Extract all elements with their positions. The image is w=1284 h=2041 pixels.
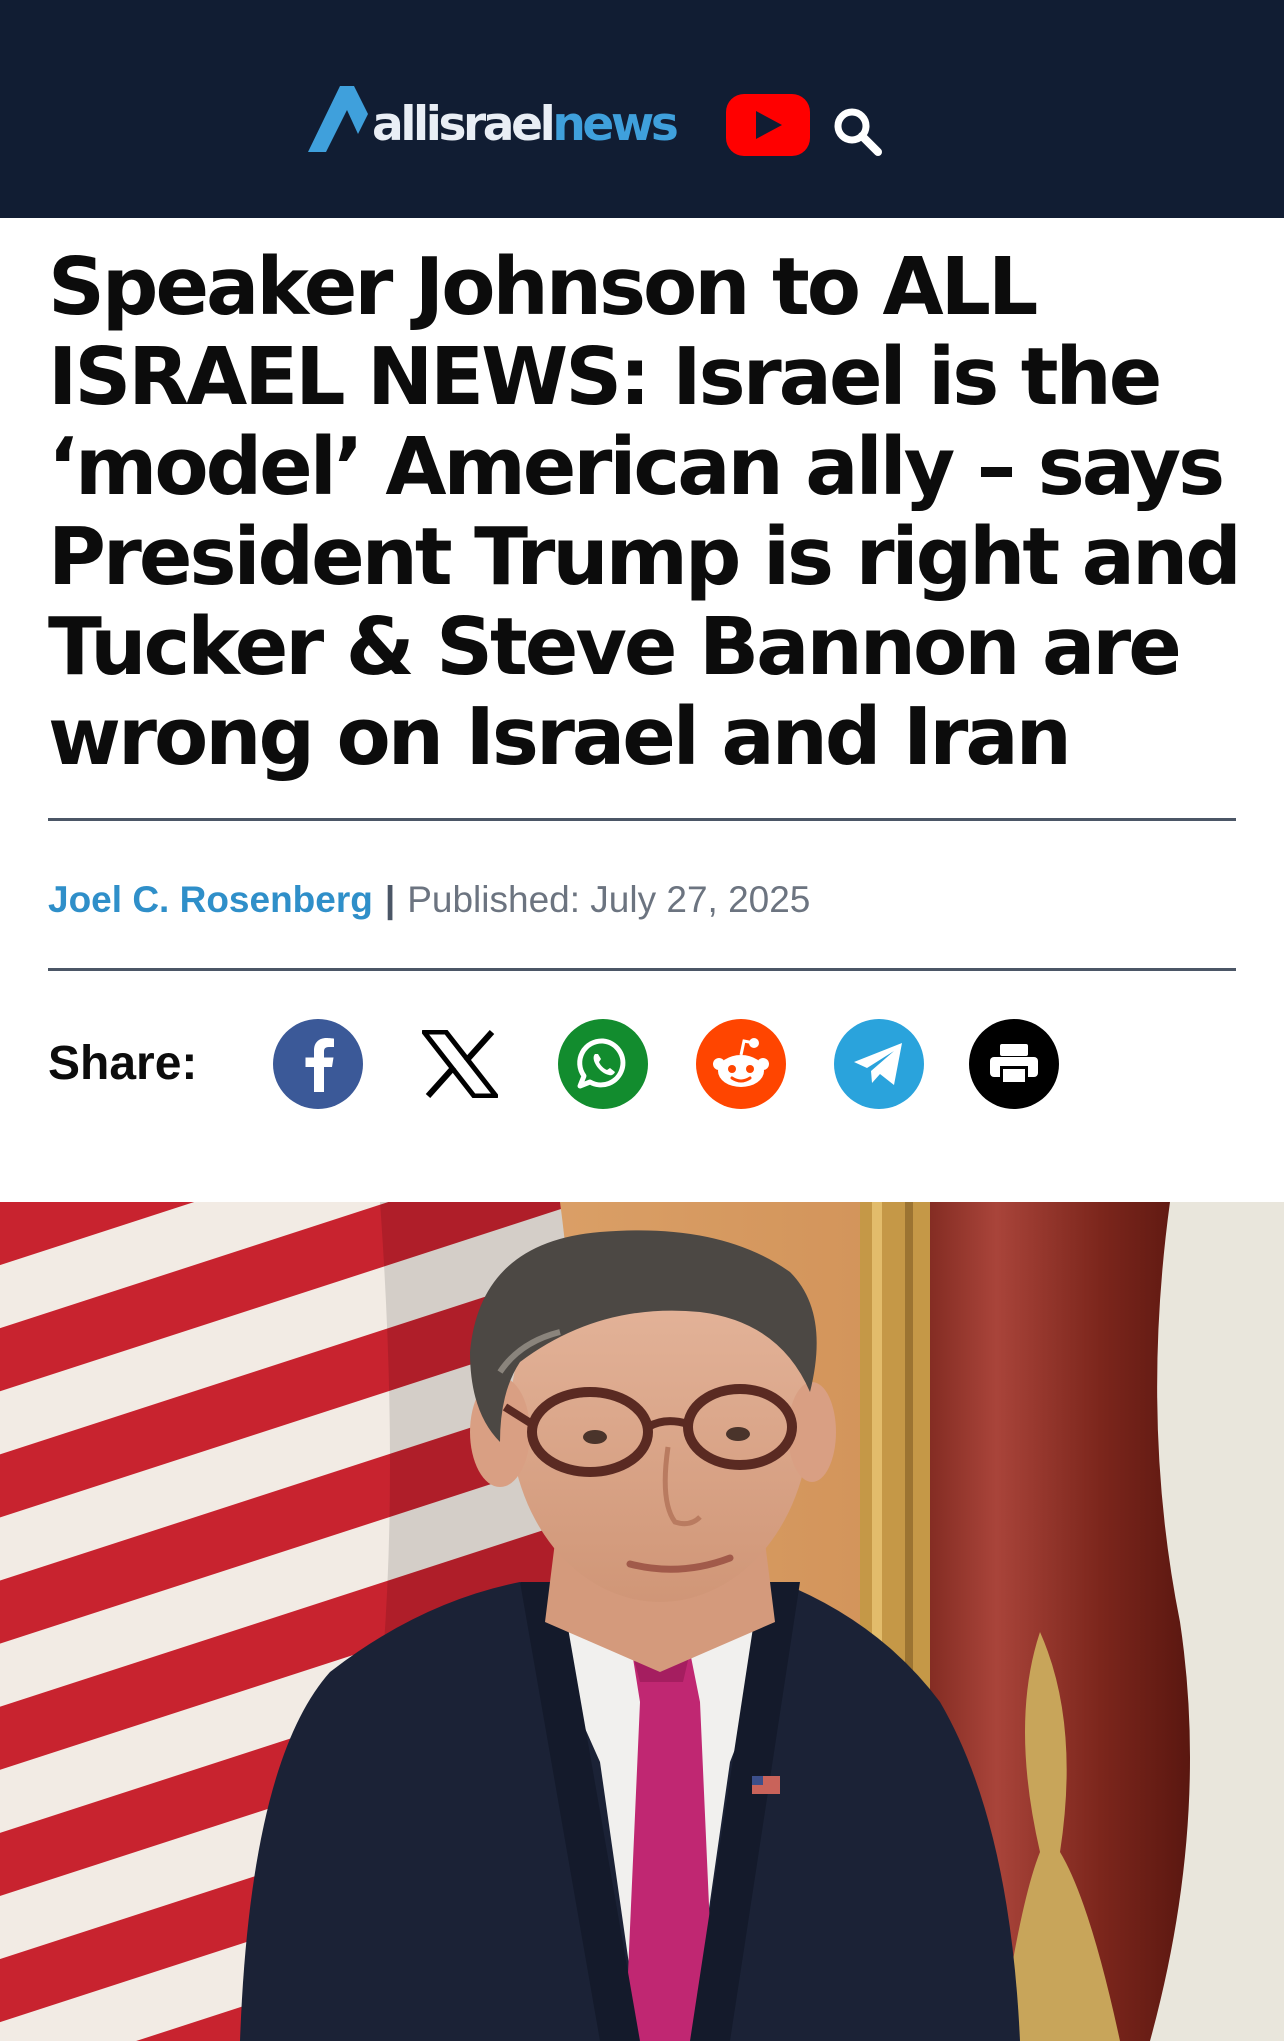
share-telegram-button[interactable] [834,1019,924,1109]
article-headline: Speaker Johnson to ALL ISRAEL NEWS: Isra… [48,241,1242,783]
article-hero-image [0,1202,1284,2041]
divider-bottom [48,968,1236,971]
facebook-icon [305,1038,334,1092]
reddit-icon [713,1038,769,1087]
share-label: Share: [48,1037,198,1090]
byline-separator: | [384,879,396,920]
publish-date: Published: July 27, 2025 [407,879,811,920]
logo-text-allisrael: allisrael [372,97,556,152]
x-icon [422,1030,498,1098]
share-facebook-button[interactable] [273,1019,363,1109]
logo-a-icon [308,86,368,152]
share-reddit-button[interactable] [696,1019,786,1109]
author-link[interactable]: Joel C. Rosenberg [48,879,373,921]
byline: Joel C. Rosenberg | Published: July 27, … [48,876,810,924]
logo-text-news: news [552,97,679,152]
youtube-button[interactable] [726,94,810,156]
print-button[interactable] [969,1019,1059,1109]
search-icon[interactable] [830,104,884,158]
site-logo[interactable]: allisraelnews [308,82,679,152]
share-x-button[interactable] [415,1019,505,1109]
divider-top [48,818,1236,821]
site-header: allisraelnews [0,0,1284,218]
telegram-icon [854,1043,902,1085]
share-whatsapp-button[interactable] [558,1019,648,1109]
speaker-johnson-photo [0,1202,1284,2041]
print-icon [990,1044,1038,1085]
whatsapp-icon [577,1038,626,1089]
youtube-play-icon [756,111,782,139]
